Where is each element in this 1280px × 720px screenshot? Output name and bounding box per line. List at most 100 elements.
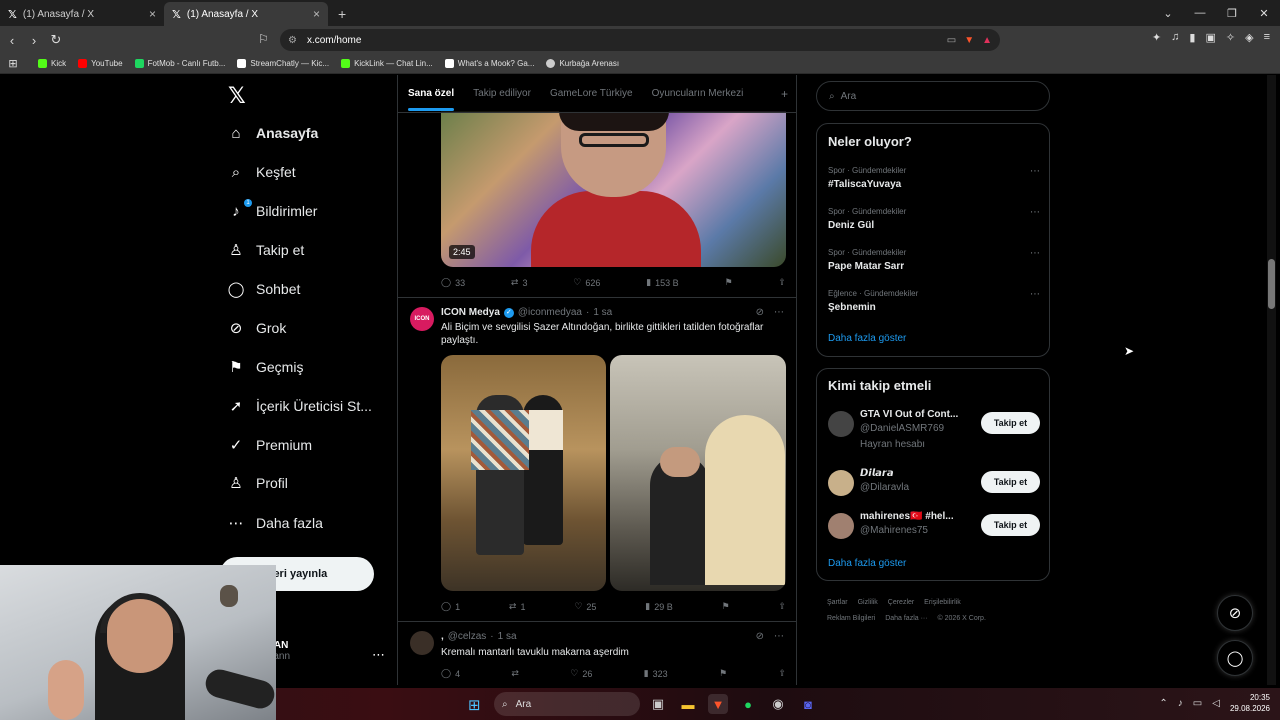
footer-link[interactable]: Şartlar bbox=[827, 599, 848, 606]
more-icon[interactable]: ⋯ bbox=[1030, 248, 1040, 259]
follow-suggestion[interactable]: 𝘿𝙞𝙡𝙖𝙧𝙖 @Dilaravla Takip et bbox=[828, 468, 1040, 508]
nav-item-grok[interactable]: ⊘ Grok bbox=[228, 320, 287, 337]
new-tab-button[interactable]: + bbox=[328, 2, 356, 26]
reply-button[interactable]: ◯ 1 bbox=[441, 601, 460, 612]
apps-grid-icon[interactable]: ⊞ bbox=[0, 57, 26, 70]
tab-gamelore[interactable]: GameLore Türkiye bbox=[550, 88, 633, 99]
retweet-button[interactable]: ⇄ bbox=[511, 668, 519, 679]
cast-icon[interactable]: ▭ bbox=[947, 35, 956, 46]
extensions-icon[interactable]: ✦ bbox=[1152, 31, 1161, 44]
close-window-button[interactable]: ✕ bbox=[1248, 7, 1280, 20]
leo-icon[interactable]: ✧ bbox=[1226, 31, 1235, 44]
retweet-button[interactable]: ⇄ 1 bbox=[509, 601, 526, 612]
author-name[interactable]: ICON Medya bbox=[441, 307, 500, 318]
windows-start-icon[interactable]: ⊞ bbox=[468, 696, 481, 714]
bookmark-page-icon[interactable]: ⚐ bbox=[258, 32, 269, 46]
nav-item-verified[interactable]: ✓ Premium bbox=[228, 437, 312, 454]
share-button[interactable]: ⇪ bbox=[778, 668, 786, 679]
tweet-time[interactable]: 1 sa bbox=[498, 631, 517, 642]
bookmark-button[interactable]: ⚑ bbox=[719, 668, 727, 679]
discord-icon[interactable]: ◙ bbox=[798, 694, 818, 714]
close-tab-icon[interactable]: × bbox=[149, 7, 156, 21]
follow-button[interactable]: Takip et bbox=[981, 514, 1040, 536]
messages-fab-icon[interactable]: ◯ bbox=[1217, 640, 1253, 676]
reply-button[interactable]: ◯ 4 bbox=[441, 668, 460, 679]
nav-item-chat[interactable]: ◯ Sohbet bbox=[228, 281, 301, 298]
trend-item[interactable]: Spor · Gündemdekiler #TaliscaYuvaya ⋯ bbox=[828, 166, 1040, 190]
bookmark-youtube[interactable]: YouTube bbox=[78, 59, 123, 68]
bookmark-mook[interactable]: What's a Mook? Ga... bbox=[444, 59, 534, 68]
browser-tab-2[interactable]: 𝕏 (1) Anasayfa / X × bbox=[164, 2, 328, 26]
follow-suggestion[interactable]: mahirenes🇹🇷 #hel... @Mahirenes75 Takip e… bbox=[828, 511, 1040, 551]
more-icon[interactable]: ⋯ bbox=[1030, 207, 1040, 218]
like-button[interactable]: ♡ 626 bbox=[573, 277, 600, 288]
site-info-icon[interactable]: ⚙ bbox=[288, 35, 297, 46]
avatar[interactable] bbox=[410, 631, 434, 655]
author-handle[interactable]: @iconmedyaa bbox=[518, 307, 582, 318]
show-more-link[interactable]: Daha fazla göster bbox=[828, 333, 906, 344]
footer-link[interactable]: Çerezler bbox=[888, 599, 914, 606]
grok-icon[interactable]: ⊘ bbox=[756, 307, 764, 318]
trend-item[interactable]: Spor · Gündemdekiler Pape Matar Sarr ⋯ bbox=[828, 248, 1040, 272]
back-icon[interactable]: ‹ bbox=[2, 33, 22, 48]
tray-chevron-icon[interactable]: ⌃ bbox=[1159, 698, 1167, 709]
bookmark-button[interactable]: ⚑ bbox=[722, 601, 730, 612]
file-explorer-icon[interactable]: ▬ bbox=[678, 694, 698, 714]
network-icon[interactable]: ▭ bbox=[1193, 698, 1202, 709]
like-button[interactable]: ♡ 25 bbox=[574, 601, 596, 612]
menu-icon[interactable]: ≡ bbox=[1264, 31, 1270, 44]
more-icon[interactable]: ⋯ bbox=[774, 631, 784, 642]
scrollbar-thumb[interactable] bbox=[1268, 259, 1275, 309]
account-more-icon[interactable]: ⋯ bbox=[372, 647, 385, 663]
tab-search-icon[interactable]: ⌄ bbox=[1152, 7, 1184, 20]
wallet-icon[interactable]: ▣ bbox=[1205, 31, 1215, 44]
more-icon[interactable]: ⋯ bbox=[774, 307, 784, 318]
brave-browser-icon[interactable]: ▼ bbox=[708, 694, 728, 714]
forward-icon[interactable]: › bbox=[24, 33, 44, 48]
bookmark-streamchatly[interactable]: StreamChatly — Kic... bbox=[237, 59, 329, 68]
bookmark-kicklink[interactable]: KickLink — Chat Lin... bbox=[341, 59, 433, 68]
nav-item-rocket[interactable]: ➚ İçerik Üreticisi St... bbox=[228, 398, 372, 415]
music-icon[interactable]: ♫ bbox=[1171, 31, 1179, 44]
follow-suggestion[interactable]: GTA VI Out of Cont... @DanielASMR769 Hay… bbox=[828, 409, 1040, 450]
footer-link[interactable]: Reklam Bilgileri bbox=[827, 615, 875, 622]
spotify-icon[interactable]: ● bbox=[738, 694, 758, 714]
task-view-icon[interactable]: ▣ bbox=[648, 694, 668, 714]
nav-item-more[interactable]: ⋯ Daha fazla bbox=[228, 515, 323, 532]
search-input[interactable]: ⌕ Ara bbox=[816, 81, 1050, 111]
bookmark-fotmob[interactable]: FotMob - Canlı Futb... bbox=[134, 59, 225, 68]
bookmark-kick[interactable]: Kick bbox=[38, 59, 66, 68]
footer-link[interactable]: Erişilebilirlik bbox=[924, 599, 961, 606]
browser-tab-1[interactable]: 𝕏 (1) Anasayfa / X × bbox=[0, 2, 164, 26]
steam-icon[interactable]: ◉ bbox=[768, 694, 788, 714]
x-logo-icon[interactable]: 𝕏 bbox=[228, 83, 246, 109]
trend-item[interactable]: Eğlence · Gündemdekiler Şebnemin ⋯ bbox=[828, 289, 1040, 313]
retweet-button[interactable]: ⇄ 3 bbox=[511, 277, 528, 288]
brave-shield-icon[interactable]: ▼ bbox=[964, 35, 974, 46]
follow-button[interactable]: Takip et bbox=[981, 412, 1040, 434]
show-more-link[interactable]: Daha fazla göster bbox=[828, 558, 906, 569]
tweet-video[interactable]: 2:45 bbox=[441, 111, 786, 267]
more-icon[interactable]: ⋯ bbox=[1030, 166, 1040, 177]
trend-item[interactable]: Spor · Gündemdekiler Deniz Gül ⋯ bbox=[828, 207, 1040, 231]
tweet-time[interactable]: 1 sa bbox=[593, 307, 612, 318]
footer-link[interactable]: Gizlilik bbox=[858, 599, 878, 606]
sidebar-icon[interactable]: ▮ bbox=[1189, 31, 1195, 44]
tab-for-you[interactable]: Sana özel bbox=[408, 88, 455, 111]
tab-oyuncular[interactable]: Oyuncuların Merkezi bbox=[652, 88, 744, 99]
brave-rewards-icon[interactable]: ▲ bbox=[982, 35, 992, 46]
author-handle[interactable]: @celzas bbox=[448, 631, 487, 642]
nav-item-home[interactable]: ⌂ Anasayfa bbox=[228, 125, 318, 142]
views-button[interactable]: ▮ 153 B bbox=[646, 277, 678, 288]
grok-fab-icon[interactable]: ⊘ bbox=[1217, 595, 1253, 631]
microphone-icon[interactable]: ♪ bbox=[1178, 698, 1183, 709]
share-button[interactable]: ⇪ bbox=[778, 601, 786, 612]
nav-item-profile[interactable]: ♙ Profil bbox=[228, 475, 288, 492]
nav-item-bookmark[interactable]: ⚑ Geçmiş bbox=[228, 359, 303, 376]
views-button[interactable]: ▮ 323 bbox=[644, 668, 668, 679]
add-tab-icon[interactable]: + bbox=[781, 87, 788, 101]
nav-item-search[interactable]: ⌕ Keşfet bbox=[228, 164, 296, 181]
close-tab-icon[interactable]: × bbox=[313, 7, 320, 21]
tab-following[interactable]: Takip ediliyor bbox=[473, 88, 531, 99]
clock[interactable]: 20:35 29.08.2026 bbox=[1230, 692, 1270, 714]
